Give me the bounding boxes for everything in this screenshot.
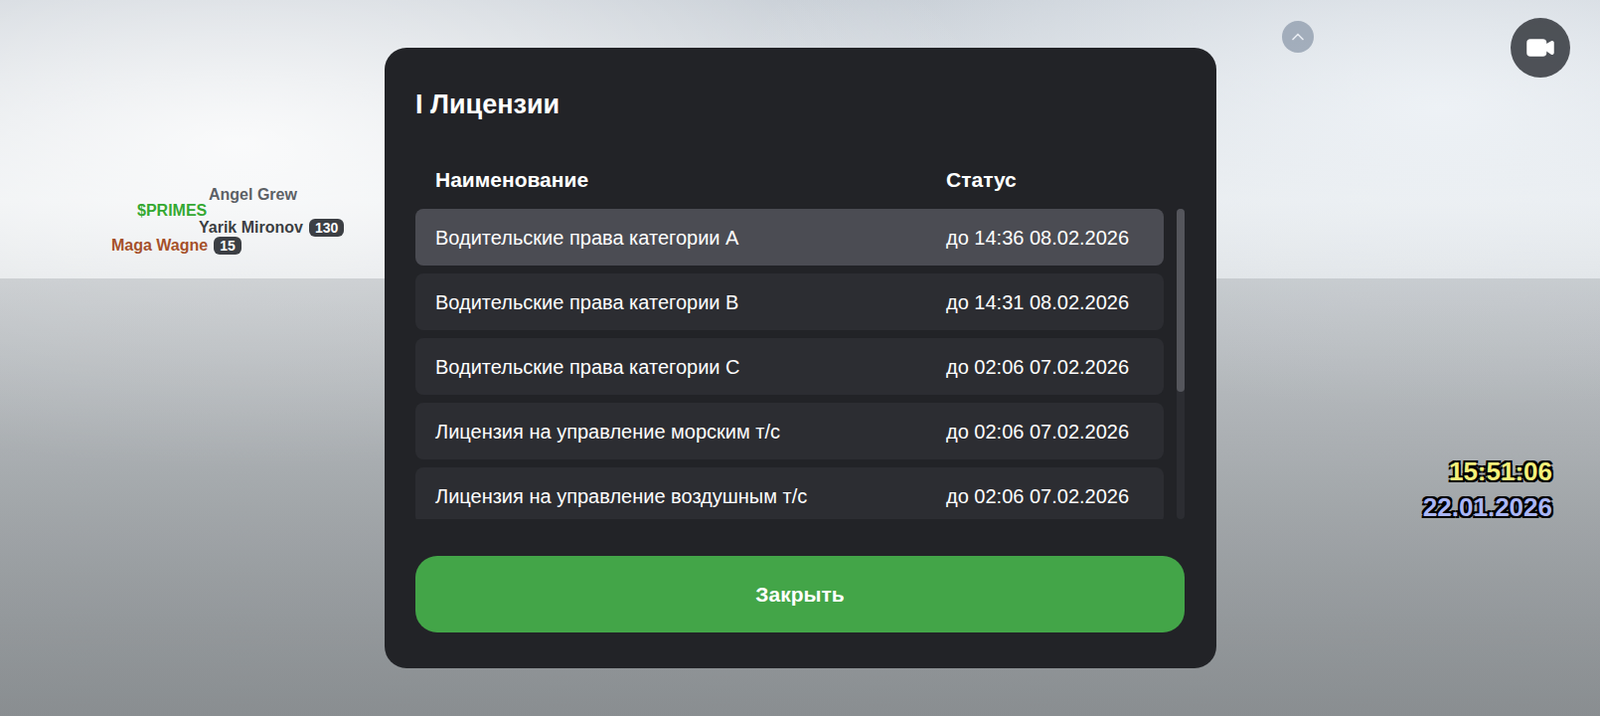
license-status: до 02:06 07.02.2026 <box>946 419 1152 444</box>
license-status: до 02:06 07.02.2026 <box>946 483 1152 508</box>
nameplate: $PRIMES <box>137 202 344 219</box>
license-name: Водительские права категории A <box>435 225 947 250</box>
player-badge: 130 <box>309 218 344 237</box>
nameplate: Maga Wagne 15 <box>111 236 344 255</box>
license-row[interactable]: Водительские права категории Aдо 14:36 0… <box>415 208 1164 266</box>
scrollbar[interactable] <box>1176 208 1185 519</box>
nameplate: Angel Grew <box>208 186 344 203</box>
license-row[interactable]: Лицензия на управление воздушным т/сдо 0… <box>415 467 1164 519</box>
license-name: Водительские права категории B <box>435 290 947 315</box>
table-body: Водительские права категории Aдо 14:36 0… <box>415 208 1185 519</box>
clock-date: 22.01.2026 <box>1423 492 1553 521</box>
player-badge: 15 <box>213 236 242 255</box>
column-header: Наименование <box>435 166 947 193</box>
close-button[interactable]: Закрыть <box>415 555 1185 633</box>
collapse-button[interactable] <box>1281 20 1314 53</box>
dialog-title: I Лицензии <box>415 87 1185 122</box>
player-name: $PRIMES <box>137 202 207 219</box>
license-status: до 14:31 08.02.2026 <box>946 290 1152 315</box>
nameplates: Angel Grew$PRIMESYarik Mironov130Maga Wa… <box>111 186 344 255</box>
table-header: НаименованиеСтатус <box>415 166 1164 193</box>
license-name: Лицензия на управление воздушным т/с <box>435 483 947 508</box>
nameplate: Yarik Mironov 130 <box>198 218 344 237</box>
license-row[interactable]: Водительские права категории Cдо 02:06 0… <box>415 337 1164 395</box>
camera-button[interactable] <box>1510 17 1571 78</box>
scrollbar-thumb[interactable] <box>1176 208 1185 392</box>
hud-clock: 15:51:06 22.01.2026 <box>1423 457 1553 521</box>
license-status: до 02:06 07.02.2026 <box>946 354 1152 379</box>
license-row[interactable]: Водительские права категории Bдо 14:31 0… <box>415 273 1164 330</box>
license-list[interactable]: Водительские права категории Aдо 14:36 0… <box>415 208 1164 519</box>
license-name: Водительские права категории C <box>435 354 947 379</box>
license-row[interactable]: Лицензия на управление морским т/сдо 02:… <box>415 402 1164 460</box>
player-name: Yarik Mironov <box>198 219 304 236</box>
column-header: Статус <box>946 166 1164 193</box>
clock-time: 15:51:06 <box>1448 457 1553 485</box>
license-name: Лицензия на управление морским т/с <box>435 419 947 444</box>
licenses-dialog: I Лицензии НаименованиеСтатус Водительские… <box>384 47 1217 668</box>
license-status: до 14:36 08.02.2026 <box>946 225 1152 250</box>
game-scene: Angel Grew$PRIMESYarik Mironov130Maga Wa… <box>0 0 1600 716</box>
video-camera-icon <box>1525 32 1556 63</box>
chevron-up-icon <box>1287 26 1308 47</box>
player-name: Maga Wagne <box>111 237 208 254</box>
player-name: Angel Grew <box>208 186 298 203</box>
